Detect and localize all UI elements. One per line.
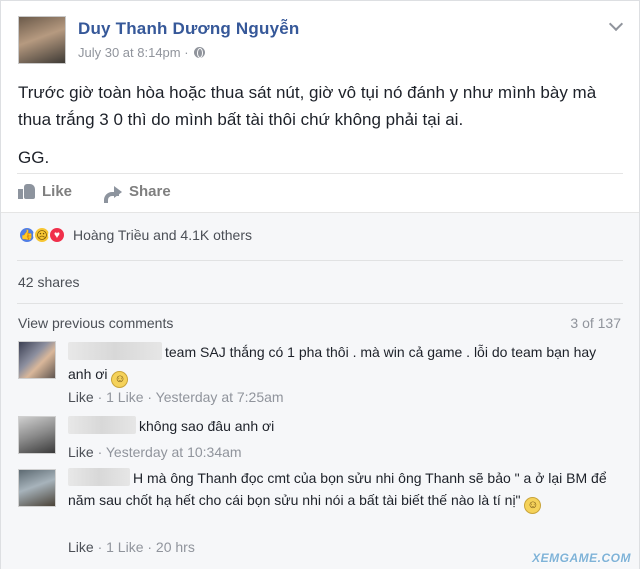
post-actions: Like Share [18,183,171,203]
post-paragraph: GG. [18,148,50,167]
like-label: Like [42,183,73,200]
share-arrow-icon [104,185,123,203]
comment-meta-text: · Yesterday at 10:34am [93,444,242,460]
comment-meta-text: · 1 Like · Yesterday at 7:25am [93,389,284,405]
love-reaction-icon: ♥ [48,226,66,244]
comment-meta: Like · Yesterday at 10:34am [68,444,242,460]
author-avatar[interactable] [18,16,66,64]
smile-emoji-icon: ☺ [111,370,129,388]
comment-text: H mà ông Thanh đọc cmt của bọn sửu nhi ô… [68,467,623,514]
like-button[interactable]: Like [18,183,72,200]
comment-text: team SAJ thắng có 1 pha thôi . mà win cả… [68,341,623,388]
share-label: Share [129,183,171,200]
view-previous-comments-link[interactable]: View previous comments [18,315,173,331]
shares-count[interactable]: 42 shares [18,274,79,290]
blurred-commenter-name [68,468,130,486]
comment-meta: Like · 1 Like · Yesterday at 7:25am [68,389,284,405]
author-name[interactable]: Duy Thanh Dương Nguyễn [78,19,299,39]
comment-meta: Like · 1 Like · 20 hrs [68,539,195,555]
smile-emoji-icon: ☺ [524,496,542,514]
comment-like-link[interactable]: Like [68,389,94,405]
commenter-avatar[interactable] [18,416,56,454]
comment-count: 3 of 137 [570,315,621,331]
comment-meta-text: · 1 Like · 20 hrs [93,539,195,555]
reactions-label[interactable]: Hoàng Triều and 4.1K others [73,227,252,243]
globe-icon [193,47,205,58]
blurred-commenter-name [68,416,136,434]
post-text: Trước giờ toàn hòa hoặc thua sát nút, gi… [18,79,628,182]
facebook-post-card: Duy Thanh Dương Nguyễn July 30 at 8:14pm… [0,0,640,569]
chevron-down-icon[interactable] [608,16,624,32]
comment-like-link[interactable]: Like [68,444,94,460]
comment-text: không sao đâu anh ơi [68,415,623,437]
comment-body: không sao đâu anh ơi [139,418,275,434]
post-timestamp[interactable]: July 30 at 8:14pm · [78,45,189,60]
commenter-avatar[interactable] [18,469,56,507]
post-meta: July 30 at 8:14pm · [78,45,205,60]
divider [17,173,623,174]
watermark-logo: XEMGAME.COM [532,551,631,565]
thumbs-up-icon [18,184,35,199]
reactions-summary[interactable]: 👍 ☹ ♥ Hoàng Triều and 4.1K others [18,226,252,244]
share-button[interactable]: Share [104,183,171,203]
divider [17,303,623,304]
blurred-commenter-name [68,342,162,360]
comment-like-link[interactable]: Like [68,539,94,555]
divider [17,260,623,261]
post-paragraph: Trước giờ toàn hòa hoặc thua sát nút, gi… [18,83,597,129]
commenter-avatar[interactable] [18,341,56,379]
